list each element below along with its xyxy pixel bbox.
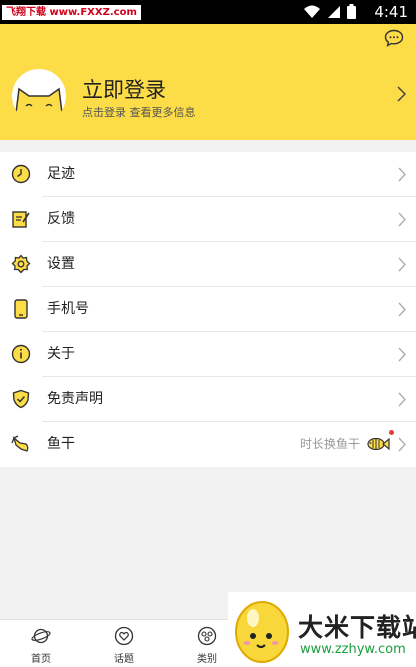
menu-item-label: 手机号 [47,301,89,317]
login-subtitle: 点击登录 查看更多信息 [82,106,196,119]
chevron-right-icon [398,302,406,317]
info-icon [11,344,31,364]
clock: 4:41 [374,3,408,21]
clock-icon [11,164,31,184]
tab-label: 首页 [31,654,51,665]
status-bar: 飞翔下载 www.FXXZ.com 4:41 [0,0,416,24]
chevron-right-icon[interactable] [397,86,406,102]
site-watermark-url: www.zzhyw.com [300,642,406,657]
phone-icon [14,299,28,319]
chevron-right-icon [398,167,406,182]
avatar[interactable] [12,69,66,123]
site-watermark: 大米下载站 www.zzhyw.com [228,592,416,667]
cat-avatar-icon [15,87,63,123]
menu-item-disclaimer[interactable]: 免责声明 [0,377,416,422]
feedback-note-icon [12,211,30,228]
login-header[interactable]: 立即登录 点击登录 查看更多信息 [0,24,416,140]
site-watermark-name: 大米下载站 [298,613,416,642]
battery-icon [347,4,356,19]
login-title[interactable]: 立即登录 [82,74,166,104]
chevron-right-icon [398,257,406,272]
tab-label: 话题 [114,654,134,665]
menu-item-label: 设置 [47,256,75,272]
menu-item-label: 足迹 [47,166,75,182]
menu-item-footprint[interactable]: 足迹 [0,152,416,197]
menu-list: 足迹 反馈 设置 手机号 关于 免责声明 鱼干 时长换鱼干 [0,152,416,467]
menu-item-label: 免责声明 [47,391,103,407]
tab-topic[interactable]: 话题 [94,626,154,665]
chevron-right-icon [398,347,406,362]
message-icon[interactable] [384,29,404,47]
menu-item-feedback[interactable]: 反馈 [0,197,416,242]
fish-icon [367,437,390,451]
chevron-right-icon [398,212,406,227]
menu-item-settings[interactable]: 设置 [0,242,416,287]
chevron-right-icon [398,392,406,407]
menu-item-label: 鱼干 [47,436,75,452]
menu-item-about[interactable]: 关于 [0,332,416,377]
egg-mascot-icon [235,601,289,663]
chevron-right-icon [398,437,406,452]
shield-check-icon [12,389,30,409]
status-icons [303,4,356,19]
gear-icon [11,254,31,274]
notification-dot [389,430,394,435]
category-icon [197,626,217,646]
dried-fish-icon [11,435,29,452]
menu-item-dried-fish[interactable]: 鱼干 时长换鱼干 [0,422,416,467]
menu-item-label: 关于 [47,346,75,362]
topic-heart-icon [114,626,134,646]
watermark-label: 飞翔下载 www.FXXZ.com [2,5,141,20]
wifi-icon [304,5,320,18]
menu-item-phone[interactable]: 手机号 [0,287,416,332]
tab-home[interactable]: 首页 [11,626,71,665]
fish-exchange-hint: 时长换鱼干 [299,437,360,451]
planet-icon [31,628,51,644]
menu-item-label: 反馈 [47,211,75,227]
signal-icon [328,5,340,18]
